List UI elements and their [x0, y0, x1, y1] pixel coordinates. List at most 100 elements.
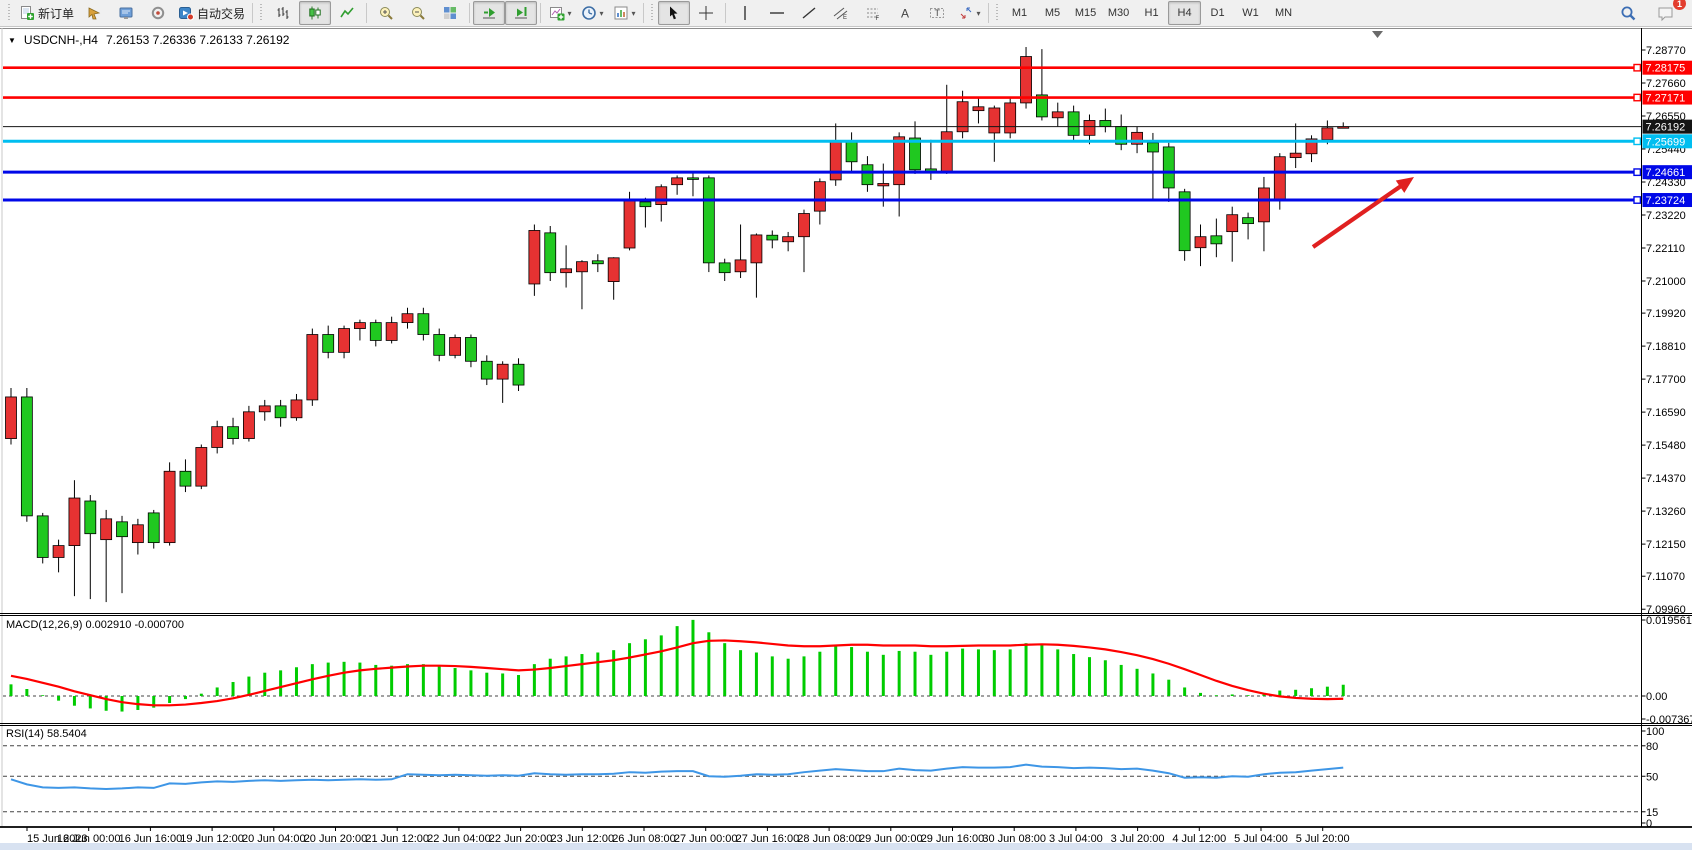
vertical-line-icon	[737, 5, 753, 21]
candle	[894, 137, 905, 185]
auto-trading-button[interactable]: 自动交易	[174, 1, 249, 25]
price-tick-label: 7.13260	[1646, 506, 1686, 518]
price-tick-label: 7.16590	[1646, 407, 1686, 419]
svg-text:E: E	[843, 15, 847, 21]
time-tick-label: 27 Jun 16:00	[736, 833, 800, 845]
webinar-button[interactable]	[142, 1, 174, 25]
vertical-line-tool[interactable]	[729, 1, 761, 25]
window-menu-icon[interactable]: ▼	[8, 36, 16, 45]
search-button[interactable]	[1612, 1, 1644, 25]
candle	[687, 178, 698, 180]
timeframe-D1[interactable]: D1	[1201, 1, 1234, 25]
chart-type-line-button[interactable]	[331, 1, 363, 25]
rsi-axis-label: 50	[1646, 771, 1658, 783]
time-tick-label: 20 Jun 20:00	[304, 833, 368, 845]
timeframe-H4[interactable]: H4	[1168, 1, 1201, 25]
fibonacci-tool[interactable]: F	[857, 1, 889, 25]
line-handle[interactable]	[1634, 169, 1640, 175]
timeframe-W1[interactable]: W1	[1234, 1, 1267, 25]
zoom-in-button[interactable]	[370, 1, 402, 25]
candle	[989, 108, 1000, 133]
candle	[1322, 128, 1333, 140]
timeframe-H1[interactable]: H1	[1135, 1, 1168, 25]
candle	[703, 178, 714, 263]
new-order-label: 新订单	[38, 5, 74, 22]
tile-windows-button[interactable]	[434, 1, 466, 25]
time-tick-label: 16 Jun 16:00	[119, 833, 183, 845]
text-tool[interactable]: A	[889, 1, 921, 25]
candle	[529, 230, 540, 284]
cursor-tool-button[interactable]	[658, 1, 690, 25]
candle	[672, 178, 683, 185]
chart-type-bars-button[interactable]	[267, 1, 299, 25]
candle	[767, 235, 778, 240]
arrows-icon	[958, 5, 974, 21]
candle	[1021, 57, 1032, 103]
chevron-down-icon: ▾	[568, 9, 572, 18]
new-order-icon	[19, 5, 35, 21]
line-handle[interactable]	[1634, 64, 1640, 70]
depth-of-market-button[interactable]	[110, 1, 142, 25]
time-tick-label: 4 Jul 12:00	[1172, 833, 1226, 845]
quick-trade-button[interactable]	[78, 1, 110, 25]
chart-window: 7.287707.276607.265507.254407.243307.232…	[0, 27, 1692, 850]
line-handle[interactable]	[1634, 94, 1640, 100]
time-tick-label: 28 Jun 08:00	[797, 833, 861, 845]
timeframe-M5[interactable]: M5	[1036, 1, 1069, 25]
candle	[1068, 112, 1079, 135]
trendline-tool[interactable]	[793, 1, 825, 25]
macd-indicator-label: MACD(12,26,9) 0.002910 -0.000700	[6, 619, 184, 631]
candle	[1163, 147, 1174, 188]
toolbar-grip	[995, 4, 1000, 22]
templates-button[interactable]: ▾	[608, 1, 640, 25]
auto-scroll-button[interactable]	[473, 1, 505, 25]
crosshair-tool-button[interactable]	[690, 1, 722, 25]
text-label-tool[interactable]: T	[921, 1, 953, 25]
chart-canvas[interactable]: 7.287707.276607.265507.254407.243307.232…	[0, 27, 1692, 850]
periods-button[interactable]: ▾	[576, 1, 608, 25]
macd-name: MACD(12,26,9)	[6, 619, 82, 631]
candle	[973, 107, 984, 111]
candle	[465, 337, 476, 361]
candle	[196, 447, 207, 486]
candle	[1195, 237, 1206, 248]
candle	[1227, 215, 1238, 232]
time-tick-label: 21 Jun 12:00	[365, 833, 429, 845]
zoom-out-button[interactable]	[402, 1, 434, 25]
price-tick-label: 7.23220	[1646, 210, 1686, 222]
notifications-button[interactable]: 1	[1650, 1, 1682, 25]
candle	[1290, 153, 1301, 157]
template-icon	[613, 5, 629, 21]
trendline-icon	[801, 5, 817, 21]
equidistant-channel-tool[interactable]: E	[825, 1, 857, 25]
candle	[814, 182, 825, 211]
chart-type-candles-button[interactable]	[299, 1, 331, 25]
candle	[592, 261, 603, 264]
text-icon: A	[897, 5, 913, 21]
line-handle[interactable]	[1634, 138, 1640, 144]
timeframe-MN[interactable]: MN	[1267, 1, 1300, 25]
candle	[307, 335, 318, 400]
chart-shift-button[interactable]	[505, 1, 537, 25]
chat-icon	[1657, 5, 1675, 22]
arrows-tool[interactable]: ▾	[953, 1, 985, 25]
price-tag-label: 7.26192	[1646, 122, 1686, 134]
timeframe-M30[interactable]: M30	[1102, 1, 1135, 25]
timeframe-M15[interactable]: M15	[1069, 1, 1102, 25]
toolbar-grip	[259, 4, 264, 22]
price-tag-label: 7.25699	[1646, 136, 1686, 148]
horizontal-line-tool[interactable]	[761, 1, 793, 25]
macd-signal-value: -0.000700	[134, 619, 184, 631]
add-indicator-button[interactable]: ▾	[544, 1, 576, 25]
candle	[85, 501, 96, 534]
timeframe-group: M1M5M15M30H1H4D1W1MN	[1003, 1, 1300, 25]
chart-title: ▼ USDCNH-,H4 7.26153 7.26336 7.26133 7.2…	[8, 33, 289, 47]
candle	[164, 471, 175, 542]
new-order-button[interactable]: 新订单	[15, 1, 78, 25]
timeframe-M1[interactable]: M1	[1003, 1, 1036, 25]
chart-shift-icon	[513, 5, 529, 21]
price-tick-label: 7.19920	[1646, 308, 1686, 320]
time-tick-label: 22 Jun 20:00	[489, 833, 553, 845]
line-handle[interactable]	[1634, 197, 1640, 203]
candle	[450, 337, 461, 355]
